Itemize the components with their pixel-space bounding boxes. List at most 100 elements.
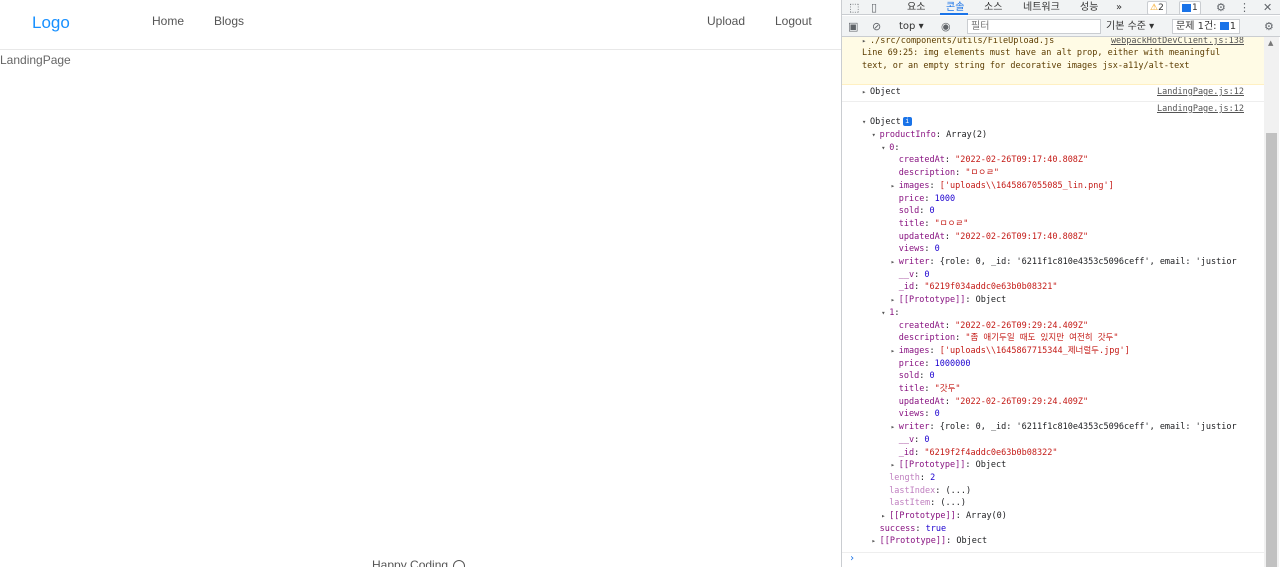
property-value: "ㅁㅇㄹ" [934, 218, 969, 229]
object-tree-row[interactable]: ▸ images: ['uploads\\1645867055085_lin.pn… [891, 180, 1114, 193]
property-key: [[Prototype]] [898, 295, 966, 306]
property-value: ['uploads\\1645867715344_제너럴두.jpg'] [939, 345, 1130, 356]
tab-sources[interactable]: 소스 [984, 1, 1002, 14]
object-tree-row[interactable]: ▸ [[Prototype]]: Array(0) [881, 510, 1007, 523]
inspect-element-icon[interactable]: ⬚ [849, 1, 859, 14]
property-colon: : [955, 168, 966, 179]
property-value: Object [975, 460, 1007, 471]
issues-button[interactable]: 문제 1건: 1 [1172, 19, 1241, 34]
warnings-badge[interactable]: ⚠2 [1147, 1, 1167, 15]
property-value: "ㅁㅇㄹ" [965, 168, 1000, 179]
property-colon: : [919, 206, 930, 217]
page-title: LandingPage [0, 53, 71, 67]
property-key: writer [898, 257, 930, 267]
property-key: length [889, 472, 920, 483]
property-colon: : [955, 511, 966, 521]
object-tree-row[interactable]: ▾ 1: [881, 307, 904, 320]
property-key: createdAt [898, 155, 945, 166]
logo[interactable]: Logo [32, 13, 70, 33]
active-tab-indicator [940, 13, 968, 15]
property-colon: : [914, 282, 925, 293]
tab-elements[interactable]: 요소 [907, 1, 925, 14]
object-tree-row: length: 2 [881, 472, 935, 485]
console-prompt[interactable]: › [842, 552, 1264, 567]
close-icon[interactable]: ✕ [1263, 1, 1272, 14]
tab-network[interactable]: 네트워크 [1023, 1, 1060, 14]
property-value: ['uploads\\1645867055085_lin.png'] [939, 180, 1114, 191]
property-key: updatedAt [898, 396, 945, 407]
object-tree-row[interactable]: ▸ [[Prototype]]: Object [891, 294, 1007, 307]
console-settings-icon[interactable]: ⚙ [1264, 20, 1274, 33]
messages-badge[interactable]: 1 [1179, 1, 1201, 15]
filter-input[interactable]: 필터 [967, 19, 1101, 34]
property-colon: : [919, 472, 931, 483]
property-colon: : [929, 257, 940, 267]
eye-icon[interactable]: ◉ [941, 20, 951, 33]
object-tree-row: __v: 0 [891, 434, 930, 447]
device-toolbar-icon[interactable]: ▯ [871, 1, 877, 14]
property-colon: : [946, 536, 957, 547]
nav-home-link[interactable]: Home [152, 14, 184, 28]
scroll-thumb[interactable] [1266, 133, 1277, 567]
object-tree-row[interactable]: ▾ 0: [881, 142, 904, 155]
gear-icon[interactable]: ⚙ [1216, 1, 1226, 14]
property-value: "갓두" [934, 384, 961, 394]
object-tree-row: createdAt: "2022-02-26T09:17:40.808Z" [891, 154, 1088, 167]
property-key: [[Prototype]] [889, 511, 956, 521]
object-tree-row: createdAt: "2022-02-26T09:29:24.409Z" [891, 320, 1088, 333]
property-key: [[Prototype]] [879, 536, 947, 547]
property-value: "2022-02-26T09:29:24.409Z" [955, 396, 1089, 407]
log-levels-select[interactable]: 기본 수준 ▾ [1106, 20, 1154, 33]
property-colon: : [965, 460, 976, 471]
property-key: __v [898, 434, 915, 445]
property-value: (...) [945, 485, 972, 496]
object-tree-row: success: true [872, 523, 947, 536]
property-key: images [898, 345, 930, 356]
expand-triangle-icon: ▸ [890, 346, 896, 355]
property-key: description [898, 333, 956, 344]
object-tree-row[interactable]: ▸ writer: {role: 0, _id: '6211f1c810e4353… [891, 421, 1237, 434]
property-key: price [898, 358, 925, 369]
property-value: (...) [940, 498, 966, 509]
property-colon: : [924, 193, 935, 204]
kebab-menu-icon[interactable]: ⋮ [1239, 1, 1250, 14]
sidebar-toggle-icon[interactable]: ▣ [848, 20, 858, 33]
object-tree-row[interactable]: ▾ productInfo: Array(2) [872, 129, 988, 142]
property-key: createdAt [898, 320, 945, 331]
property-colon: : [944, 320, 956, 331]
message-count: 1 [1192, 3, 1198, 13]
property-value: 1000 [934, 193, 956, 204]
nav-blogs-link[interactable]: Blogs [214, 14, 244, 28]
object-tree-row[interactable]: ▸ [[Prototype]]: Object [891, 459, 1007, 472]
property-colon: : [930, 498, 941, 509]
property-colon: : [929, 422, 940, 433]
object-tree-row[interactable]: ▸ writer: {role: 0, _id: '6211f1c810e4353… [891, 256, 1237, 269]
nav-logout-link[interactable]: Logout [775, 14, 812, 28]
console-scrollbar[interactable]: ▲ [1264, 37, 1279, 567]
object-tree-row: title: "ㅁㅇㄹ" [891, 218, 969, 231]
property-value: "좀 애기두일 때도 있지만 여전히 갓두" [965, 333, 1119, 344]
property-key: updatedAt [898, 231, 945, 242]
object-tree-row[interactable]: ▸ images: ['uploads\\1645867715344_제너럴두.j… [891, 345, 1130, 358]
object-tree-row: updatedAt: "2022-02-26T09:29:24.409Z" [891, 396, 1088, 409]
property-key: images [898, 180, 930, 191]
context-select[interactable]: top ▾ [899, 20, 924, 33]
nav-upload-link[interactable]: Upload [707, 14, 745, 28]
object-tree-row[interactable]: ▸ [[Prototype]]: Object [872, 535, 988, 548]
object-tree-row: lastItem: (...) [881, 497, 966, 510]
property-value: "2022-02-26T09:29:24.409Z" [955, 320, 1089, 331]
property-colon: : [915, 523, 926, 534]
tab-performance[interactable]: 성능 [1080, 1, 1098, 14]
log-object-expanded[interactable]: ▾ Object i [862, 116, 912, 129]
log-object-collapsed[interactable]: ▸ Object [862, 86, 901, 99]
property-colon: : [944, 155, 956, 166]
clear-console-icon[interactable]: ⊘ [872, 20, 881, 33]
log-source-link[interactable]: LandingPage.js:12 [1157, 103, 1244, 116]
property-key: title [898, 218, 925, 229]
log-source-link[interactable]: LandingPage.js:12 [1157, 86, 1244, 99]
property-key: success [879, 523, 916, 534]
more-tabs-button[interactable]: » [1116, 1, 1122, 14]
scroll-up-arrow-icon[interactable]: ▲ [1268, 39, 1273, 47]
expand-triangle-icon: ▸ [890, 258, 896, 266]
property-value: Array(0) [965, 511, 1007, 521]
